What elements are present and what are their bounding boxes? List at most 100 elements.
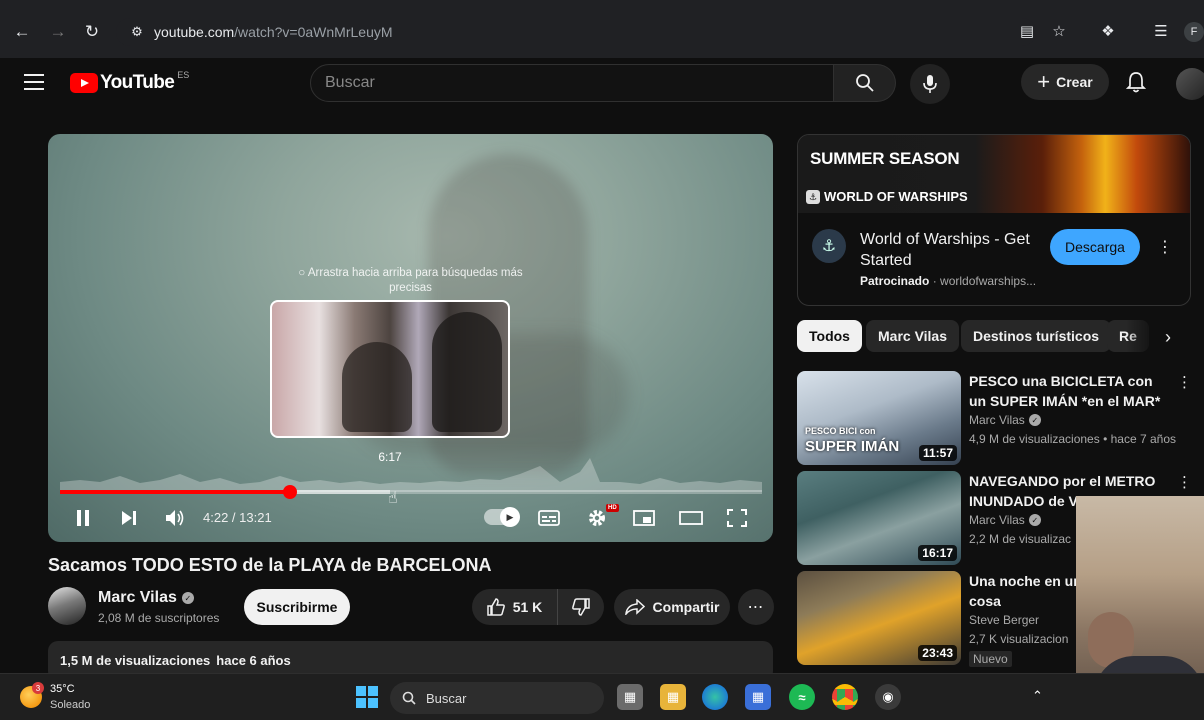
microsoft-store-icon[interactable]: ▦ — [745, 684, 771, 710]
notifications-bell-icon[interactable] — [1124, 70, 1148, 94]
ad-download-button[interactable]: Descarga — [1050, 229, 1140, 265]
file-explorer-icon[interactable]: ▦ — [660, 684, 686, 710]
thumbs-up-icon — [486, 598, 505, 616]
account-avatar[interactable] — [1176, 68, 1204, 100]
youtube-play-icon — [70, 73, 98, 93]
more-actions-button[interactable]: ⋯ — [738, 589, 774, 625]
chevron-right-icon[interactable]: › — [1156, 324, 1180, 350]
ad-banner-image[interactable]: SUMMER SEASON ⚓ WORLD OF WARSHIPS — [798, 135, 1190, 213]
hd-badge: HD — [606, 504, 619, 512]
weather-temperature[interactable]: 35°C — [50, 683, 75, 695]
url-text[interactable]: youtube.com/watch?v=0aWnMrLeuyM — [154, 24, 393, 40]
channel-name-text: Marc Vilas — [98, 589, 177, 606]
chevron-up-icon[interactable]: ⌃ — [1032, 688, 1043, 704]
search-input[interactable]: Buscar — [310, 64, 834, 102]
url-host: youtube.com — [154, 24, 235, 40]
pause-button[interactable] — [70, 504, 96, 532]
voice-search-button[interactable] — [910, 64, 950, 104]
share-button[interactable]: Compartir — [614, 589, 730, 625]
plus-icon: + — [1037, 69, 1051, 94]
edge-browser-icon[interactable] — [702, 684, 728, 710]
thumbnail-caption: PESCO BICI con SUPER IMÁN — [805, 423, 899, 455]
windows-start-icon[interactable] — [356, 686, 378, 708]
recommendation-menu-icon[interactable]: ⋮ — [1177, 473, 1192, 491]
recommendation-menu-icon[interactable]: ⋮ — [1177, 373, 1192, 391]
forward-icon[interactable]: → — [46, 20, 70, 44]
address-bar[interactable]: ⚙ youtube.com/watch?v=0aWnMrLeuyM — [116, 18, 1036, 46]
channel-avatar[interactable] — [48, 587, 86, 625]
recommendation-channel-name: Marc Vilas — [969, 413, 1025, 427]
chrome-icon[interactable] — [832, 684, 858, 710]
recommendation-channel[interactable]: Steve Berger — [969, 613, 1039, 627]
reload-icon[interactable]: ↻ — [80, 20, 104, 44]
chip-todos[interactable]: Todos — [797, 320, 862, 352]
task-view-icon[interactable]: ▦ — [617, 684, 643, 710]
like-button[interactable]: 51 K — [472, 589, 558, 625]
search-button[interactable] — [834, 64, 896, 102]
recommendation-item[interactable]: PESCO BICI con SUPER IMÁN 11:57 PESCO una… — [797, 371, 1192, 465]
advertiser-logo-icon[interactable]: ⚓ — [812, 229, 846, 263]
create-button[interactable]: + Crear — [1021, 64, 1109, 100]
subtitles-icon — [538, 510, 560, 526]
progress-buffered — [289, 490, 390, 494]
miniplayer-button[interactable] — [631, 504, 657, 532]
theater-mode-button[interactable] — [677, 504, 705, 532]
taskbar-search-label: Buscar — [426, 690, 467, 706]
recommendation-channel[interactable]: Marc Vilas ✓ — [969, 413, 1041, 427]
video-title: Sacamos TODO ESTO de la PLAYA de BARCELO… — [48, 555, 492, 575]
recommendation-channel-name: Marc Vilas — [969, 513, 1025, 527]
recommendation-channel[interactable]: Marc Vilas ✓ — [969, 513, 1041, 527]
obs-recorder-icon[interactable]: ◉ — [875, 684, 901, 710]
media-controls-icon[interactable]: ☰ — [1150, 20, 1172, 42]
verified-check-icon: ✓ — [181, 592, 194, 604]
profile-avatar[interactable]: F — [1184, 22, 1204, 42]
chip-marc-vilas[interactable]: Marc Vilas — [866, 320, 960, 352]
subtitles-button[interactable] — [536, 504, 562, 532]
site-info-icon[interactable]: ⚙ — [126, 21, 148, 43]
warships-emblem-icon: ⚓ — [806, 189, 820, 204]
video-thumbnail[interactable]: 16:17 — [797, 471, 961, 565]
volume-button[interactable] — [162, 504, 188, 532]
dislike-button[interactable] — [558, 589, 604, 625]
taskbar-search[interactable]: Buscar — [390, 682, 604, 714]
region-code: ES — [177, 70, 190, 80]
mouse-cursor-icon: ☝ — [388, 490, 398, 507]
extensions-icon[interactable]: ❖ — [1097, 20, 1119, 42]
recommendation-stats: 2,2 M de visualizac — [969, 532, 1072, 546]
time-display: 4:22 / 13:21 — [203, 510, 272, 525]
verified-check-icon: ✓ — [1028, 514, 1041, 526]
ad-menu-icon[interactable]: ⋮ — [1157, 235, 1173, 259]
subscribe-button[interactable]: Suscribirme — [244, 589, 350, 625]
bookmark-star-icon[interactable]: ☆ — [1048, 20, 1070, 42]
recommendation-stats: 4,9 M de visualizaciones • hace 7 años — [969, 432, 1176, 446]
video-thumbnail[interactable]: 23:43 — [797, 571, 961, 665]
next-video-button[interactable] — [116, 504, 142, 532]
youtube-logo[interactable]: YouTube ES — [70, 70, 190, 94]
recommendation-title[interactable]: PESCO una BICICLETA con un SUPER IMÁN *e… — [969, 371, 1169, 411]
fullscreen-button[interactable] — [724, 504, 750, 532]
sponsored-ad-card[interactable]: SUMMER SEASON ⚓ WORLD OF WARSHIPS ⚓ World… — [797, 134, 1191, 306]
logo-wordmark: YouTube — [100, 72, 175, 93]
channel-name[interactable]: Marc Vilas ✓ — [98, 589, 194, 607]
sponsored-label: Patrocinado — [860, 274, 930, 288]
recommendation-channel-name: Steve Berger — [969, 613, 1040, 627]
create-label: Crear — [1056, 74, 1093, 90]
video-player[interactable]: ○ Arrastra hacia arriba para búsquedas m… — [48, 134, 773, 542]
video-thumbnail[interactable]: PESCO BICI con SUPER IMÁN 11:57 — [797, 371, 961, 465]
cast-icon[interactable]: ▤ — [1016, 20, 1038, 42]
chip-destinos-turisticos[interactable]: Destinos turísticos — [961, 320, 1112, 352]
progress-scrubber[interactable] — [282, 485, 297, 499]
ad-banner-headline: SUMMER SEASON — [810, 149, 960, 168]
most-replayed-heatmap — [60, 458, 762, 492]
menu-icon[interactable] — [24, 74, 44, 90]
view-count: 1,5 M de visualizaciones — [60, 653, 211, 668]
weather-condition[interactable]: Soleado — [50, 699, 90, 711]
thumbnail-caption-big: SUPER IMÁN — [805, 438, 900, 455]
volume-icon — [166, 510, 184, 526]
progress-bar[interactable] — [60, 485, 762, 499]
back-icon[interactable]: ← — [10, 20, 34, 44]
spotify-icon[interactable]: ≈ — [789, 684, 815, 710]
recommendation-stats: 2,7 K visualizacion — [969, 632, 1069, 646]
autoplay-toggle[interactable]: ▶ — [484, 507, 520, 527]
ad-title[interactable]: World of Warships - Get Started — [860, 229, 1040, 271]
